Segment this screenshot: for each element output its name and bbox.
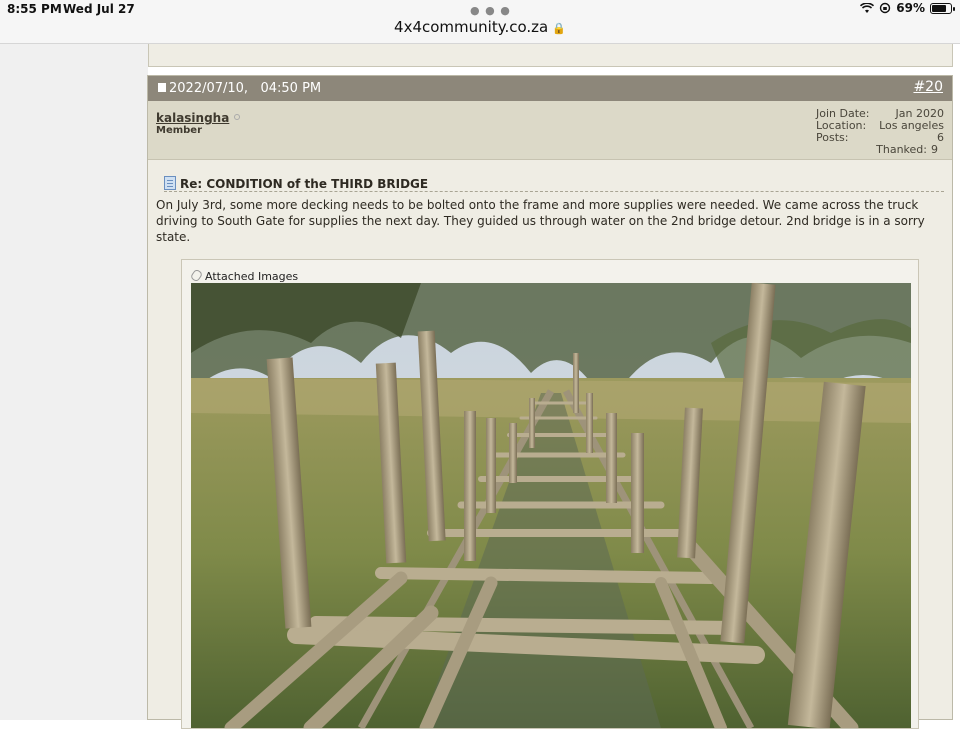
post-header: 2022/07/10, 04:50 PM #20 [148, 76, 952, 101]
wifi-icon [860, 2, 875, 13]
paperclip-icon [189, 268, 204, 283]
status-time: 8:55 PM [7, 2, 62, 16]
post-time: 04:50 PM [260, 81, 322, 96]
url-text: 4x4community.co.za [394, 18, 549, 36]
post-datetime: 2022/07/10, 04:50 PM [158, 81, 321, 96]
url-bar[interactable]: 4x4community.co.za 🔒 [0, 18, 960, 36]
attached-images-box: Attached Images [181, 259, 919, 729]
battery-icon [930, 2, 955, 14]
left-gutter [0, 44, 148, 720]
post-number-link[interactable]: #20 [913, 79, 943, 95]
battery-percent: 69% [896, 1, 925, 15]
status-date: Wed Jul 27 [63, 2, 135, 16]
tab-menu-dots-icon[interactable]: ● ● ● [470, 4, 511, 17]
post-date: 2022/07/10, [169, 81, 249, 96]
offline-status-icon [234, 114, 241, 120]
lock-icon: 🔒 [552, 22, 566, 35]
previous-post-end [148, 44, 953, 67]
username-link[interactable]: kalasingha [156, 111, 241, 125]
user-bar: kalasingha Member Join Date: Jan 2020 Loc… [148, 101, 952, 160]
post-title-doc-icon [164, 176, 176, 190]
status-indicators: 69% [860, 1, 955, 15]
orientation-lock-icon [880, 2, 891, 14]
user-thanked: Thanked: 9 [876, 143, 938, 156]
forum-post: 2022/07/10, 04:50 PM #20 kalasingha Memb… [147, 75, 953, 729]
user-title: Member [156, 125, 203, 136]
post-body: On July 3rd, some more decking needs to … [156, 198, 925, 244]
post-title: Re: CONDITION of the THIRD BRIDGE [164, 173, 944, 192]
post-doc-icon [158, 83, 166, 92]
user-info: Join Date: Jan 2020 Location: Los angeles … [816, 108, 944, 156]
attached-photo-bridge[interactable] [191, 283, 911, 728]
status-bar: 8:55 PM Wed Jul 27 ● ● ● 69% 4x4communit… [0, 0, 960, 44]
attached-images-label: Attached Images [189, 268, 298, 283]
